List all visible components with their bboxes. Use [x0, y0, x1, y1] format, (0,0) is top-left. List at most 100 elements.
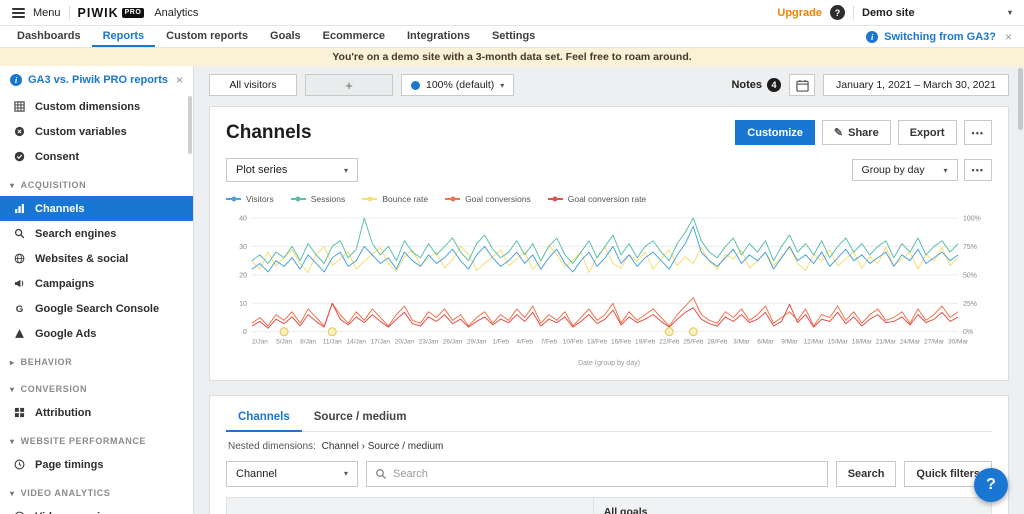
legend-item-bounce-rate[interactable]: Bounce rate: [362, 194, 428, 204]
sampling-selector[interactable]: 100% (default) ▾: [401, 74, 514, 96]
date-range-picker[interactable]: January 1, 2021 – March 30, 2021: [823, 74, 1009, 96]
sidebar-item-consent[interactable]: Consent: [0, 144, 193, 169]
legend-item-visitors[interactable]: Visitors: [226, 194, 274, 204]
search-icon: [13, 228, 26, 239]
notes-button[interactable]: Notes 4: [731, 78, 781, 92]
sampling-value: 100% (default): [426, 79, 494, 91]
sidebar: i GA3 vs. Piwik PRO reports × Custom dim…: [0, 66, 194, 514]
segment-all-visitors[interactable]: All visitors: [209, 74, 297, 96]
more-options-button[interactable]: •••: [964, 120, 992, 145]
sidebar-section-acquisition[interactable]: ▾ACQUISITION: [0, 174, 193, 196]
svg-text:10/Feb: 10/Feb: [563, 339, 584, 346]
piwik-pro-logo[interactable]: PIWIK PRO: [78, 6, 145, 20]
legend-item-goal-conversions[interactable]: Goal conversions: [445, 194, 531, 204]
customize-button[interactable]: Customize: [735, 120, 815, 145]
google-icon: G: [13, 303, 26, 314]
sidebar-section-behavior[interactable]: ▸BEHAVIOR: [0, 351, 193, 373]
svg-text:15/Mar: 15/Mar: [828, 339, 849, 346]
add-segment-button[interactable]: +: [305, 74, 393, 96]
nav-tab-integrations[interactable]: Integrations: [396, 26, 481, 47]
info-icon: i: [866, 31, 878, 43]
sidebar-item-channels[interactable]: Channels: [0, 196, 193, 221]
legend-label: Visitors: [246, 194, 274, 204]
sidebar-title[interactable]: GA3 vs. Piwik PRO reports: [28, 74, 170, 86]
sidebar-item-websites-social[interactable]: Websites & social: [0, 246, 193, 271]
search-button[interactable]: Search: [836, 461, 897, 487]
svg-text:16/Feb: 16/Feb: [611, 339, 632, 346]
sidebar-section-website-performance[interactable]: ▾ WEBSITE PERFORMANCE: [0, 430, 193, 452]
svg-text:24/Mar: 24/Mar: [900, 339, 921, 346]
scrollbar-thumb[interactable]: [1018, 68, 1023, 130]
hamburger-menu-icon[interactable]: [12, 8, 25, 18]
search-box: [366, 461, 828, 487]
sidebar-item-attribution[interactable]: Attribution: [0, 400, 193, 425]
svg-text:22/Feb: 22/Feb: [659, 339, 680, 346]
nav-tab-dashboards[interactable]: Dashboards: [6, 26, 92, 47]
help-icon[interactable]: ?: [830, 5, 845, 20]
chart-more-button[interactable]: •••: [964, 159, 992, 181]
legend-item-goal-conversion-rate[interactable]: Goal conversion rate: [548, 194, 646, 204]
plot-series-dropdown[interactable]: Plot series ▾: [226, 158, 358, 182]
pro-badge: PRO: [122, 8, 145, 18]
svg-text:3/Mar: 3/Mar: [733, 339, 750, 346]
svg-text:12/Mar: 12/Mar: [804, 339, 825, 346]
sidebar-item-custom-variables[interactable]: Custom variables: [0, 119, 193, 144]
switching-ga3-link[interactable]: Switching from GA3?: [884, 31, 996, 43]
svg-text:19/Feb: 19/Feb: [635, 339, 656, 346]
group-by-dropdown[interactable]: Group by day ▾: [852, 159, 958, 181]
sidebar-item-google-ads[interactable]: Google Ads: [0, 321, 193, 346]
svg-text:20/Jan: 20/Jan: [395, 339, 415, 346]
nav-right: i Switching from GA3? ×: [866, 26, 1018, 47]
search-input[interactable]: [393, 468, 819, 480]
nested-dimensions-label: Nested dimensions:: [228, 441, 316, 452]
svg-text:2/Jan: 2/Jan: [252, 339, 268, 346]
sidebar-item-page-timings[interactable]: Page timings: [0, 452, 193, 477]
chevron-down-icon: ▾: [344, 166, 348, 175]
clock-icon: [13, 459, 26, 470]
tab-channels[interactable]: Channels: [226, 405, 302, 432]
chevron-down-icon: ▾: [500, 81, 504, 90]
megaphone-icon: [13, 278, 26, 289]
bar-chart-icon: [13, 203, 26, 214]
nav-tab-custom-reports[interactable]: Custom reports: [155, 26, 259, 47]
close-icon[interactable]: ×: [176, 73, 183, 87]
svg-text:23/Jan: 23/Jan: [419, 339, 439, 346]
sidebar-scrollbar-thumb[interactable]: [188, 96, 192, 154]
share-label: Share: [848, 127, 879, 139]
close-icon[interactable]: ×: [1005, 30, 1012, 44]
svg-text:25/Feb: 25/Feb: [683, 339, 704, 346]
sidebar-section-conversion[interactable]: ▾CONVERSION: [0, 378, 193, 400]
sidebar-item-search-engines[interactable]: Search engines: [0, 221, 193, 246]
nav-tab-goals[interactable]: Goals: [259, 26, 312, 47]
share-button[interactable]: ✎Share: [822, 120, 891, 145]
svg-text:0: 0: [243, 329, 247, 336]
sidebar-item-label: Channels: [35, 203, 85, 215]
legend-marker-icon: [362, 198, 377, 200]
sidebar-section-video-analytics[interactable]: ▾VIDEO ANALYTICS: [0, 482, 193, 504]
nav-tab-reports[interactable]: Reports: [92, 26, 156, 47]
sidebar-item-campaigns[interactable]: Campaigns: [0, 271, 193, 296]
dimension-dropdown[interactable]: Channel ▾: [226, 461, 358, 487]
chevron-down-icon: ▾: [10, 437, 15, 446]
attribution-icon: [13, 407, 26, 418]
help-button[interactable]: ?: [974, 468, 1008, 502]
tab-source-medium[interactable]: Source / medium: [302, 405, 419, 432]
section-label: BEHAVIOR: [21, 357, 73, 367]
legend-item-sessions[interactable]: Sessions: [291, 194, 346, 204]
section-label: WEBSITE PERFORMANCE: [21, 436, 146, 446]
upgrade-link[interactable]: Upgrade: [777, 7, 822, 19]
sidebar-item-video-overview[interactable]: Video overview: [0, 504, 193, 514]
sidebar-item-google-search-console[interactable]: GGoogle Search Console: [0, 296, 193, 321]
site-selector[interactable]: Demo site ▾: [862, 7, 1012, 19]
legend-marker-icon: [226, 198, 241, 200]
all-goals-header: All goals: [594, 498, 991, 514]
svg-text:29/Jan: 29/Jan: [467, 339, 487, 346]
chevron-down-icon: ▾: [1008, 8, 1012, 17]
nav-tab-ecommerce[interactable]: Ecommerce: [312, 26, 396, 47]
nav-tab-settings[interactable]: Settings: [481, 26, 546, 47]
sidebar-item-label: Custom dimensions: [35, 101, 140, 113]
calendar-button[interactable]: [789, 74, 815, 96]
menu-label[interactable]: Menu: [33, 7, 61, 19]
sidebar-item-custom-dimensions[interactable]: Custom dimensions: [0, 94, 193, 119]
export-button[interactable]: Export: [898, 120, 957, 145]
